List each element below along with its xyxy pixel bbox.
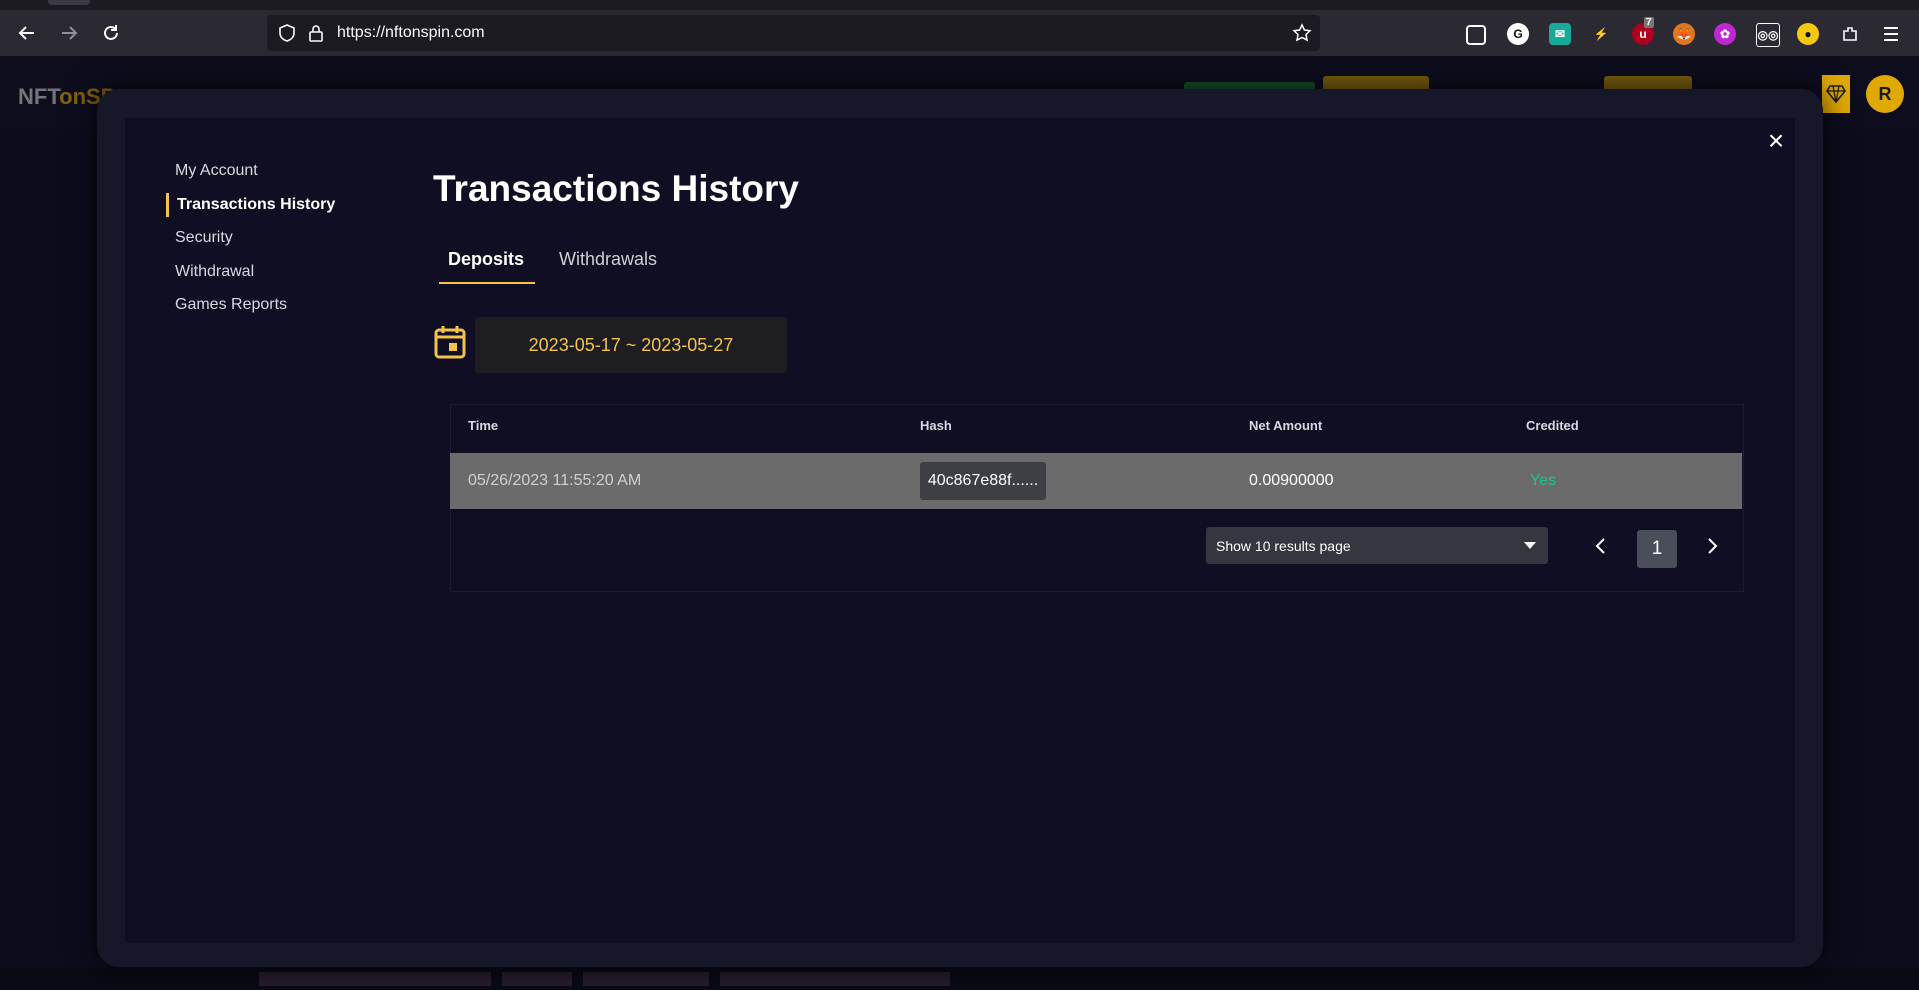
address-bar[interactable]: https://nftonspin.com <box>267 15 1320 51</box>
date-range-picker[interactable]: 2023-05-17 ~ 2023-05-27 <box>475 317 787 373</box>
chevron-right-icon[interactable] <box>1702 536 1722 556</box>
pineapple-extension-icon[interactable]: ● <box>1797 23 1819 45</box>
sidebar-item-withdrawal[interactable]: Withdrawal <box>175 263 254 281</box>
cell-net-amount: 0.00900000 <box>1249 472 1334 489</box>
active-tab-underline <box>439 282 535 284</box>
reload-icon[interactable] <box>96 18 126 48</box>
tab-strip <box>0 0 1919 10</box>
metamask-fox-icon[interactable]: 🦊 <box>1673 23 1695 45</box>
sidebar-active-indicator <box>166 193 169 217</box>
sidebar-item-transactions-history[interactable]: Transactions History <box>177 196 335 214</box>
url-text: https://nftonspin.com <box>337 24 485 41</box>
tab-withdrawals[interactable]: Withdrawals <box>559 249 657 270</box>
logo-prefix: NFT <box>18 84 60 109</box>
column-header-credited: Credited <box>1526 418 1579 433</box>
bookmark-star-icon[interactable] <box>1292 23 1312 43</box>
background-strip <box>0 968 1919 990</box>
lock-icon[interactable] <box>307 24 325 42</box>
cell-time: 05/26/2023 11:55:20 AM <box>468 472 642 489</box>
column-header-time: Time <box>468 418 499 433</box>
background-block <box>502 972 572 986</box>
shield-icon[interactable] <box>278 24 296 42</box>
reader-mask-icon[interactable]: ◎◎ <box>1756 23 1780 47</box>
mail-extension-icon[interactable]: ✉ <box>1549 23 1571 45</box>
diamond-icon[interactable] <box>1822 75 1850 113</box>
page-number-button[interactable]: 1 <box>1637 530 1677 568</box>
user-avatar[interactable]: R <box>1866 75 1904 113</box>
page-size-select[interactable]: Show 10 results page <box>1206 527 1548 564</box>
sidebar-item-my-account[interactable]: My Account <box>175 162 258 180</box>
sidebar-item-games-reports[interactable]: Games Reports <box>175 296 287 314</box>
column-header-hash: Hash <box>920 418 952 433</box>
background-block <box>583 972 709 986</box>
menu-hamburger-icon[interactable] <box>1880 23 1902 45</box>
ublock-badge: 7 <box>1644 17 1654 28</box>
background-block <box>720 972 950 986</box>
hash-pill[interactable]: 40c867e88f...... <box>920 462 1046 500</box>
cell-credited: Yes <box>1530 472 1557 489</box>
forward-icon[interactable] <box>54 18 84 48</box>
calendar-icon[interactable] <box>434 325 466 359</box>
sidebar-item-security[interactable]: Security <box>175 229 233 247</box>
browser-toolbar: https://nftonspin.com G ✉ ⚡ u7 🦊 ✿ ◎◎ ● <box>0 10 1919 56</box>
page-size-label: Show 10 results page <box>1216 538 1351 554</box>
close-icon[interactable]: × <box>1762 127 1790 155</box>
pocket-icon[interactable] <box>1466 25 1486 45</box>
background-block <box>259 972 491 986</box>
ublock-icon[interactable]: u7 <box>1632 17 1654 45</box>
grammarly-icon[interactable]: G <box>1507 23 1529 45</box>
caret-down-icon <box>1524 542 1536 549</box>
tab-deposits[interactable]: Deposits <box>448 249 524 270</box>
active-tab[interactable] <box>48 0 90 5</box>
flower-extension-icon[interactable]: ✿ <box>1714 23 1736 45</box>
chevron-left-icon[interactable] <box>1591 536 1611 556</box>
bolt-extension-icon[interactable]: ⚡ <box>1590 23 1612 45</box>
back-icon[interactable] <box>12 18 42 48</box>
page-title: Transactions History <box>433 168 800 209</box>
extensions-puzzle-icon[interactable] <box>1839 23 1861 45</box>
column-header-net-amount: Net Amount <box>1249 418 1323 433</box>
